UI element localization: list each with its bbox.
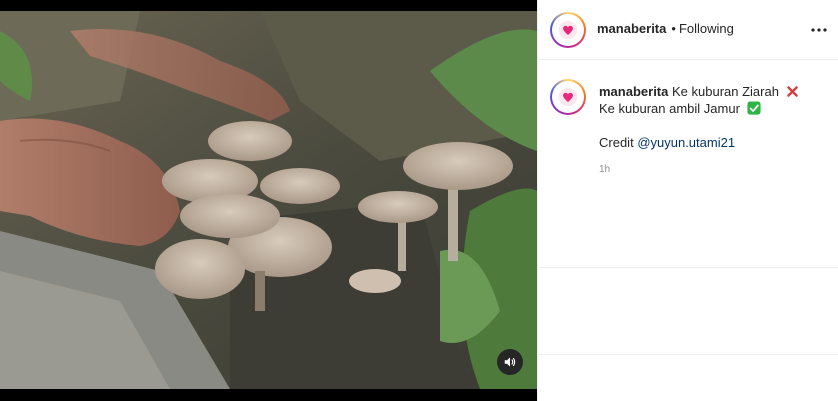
section-divider-bottom (538, 354, 838, 355)
caption-line-1-text: Ke kuburan Ziarah (672, 84, 779, 99)
post-header: manaberita • Following (538, 0, 838, 60)
post-details-panel: manaberita • Following manaberita Ke kubur… (537, 0, 838, 401)
post-caption: manaberita Ke kuburan Ziarah Ke kuburan … (538, 61, 838, 271)
mushroom-video-still (0, 11, 537, 389)
following-button[interactable]: Following (679, 21, 734, 36)
mute-toggle-button[interactable] (497, 349, 523, 375)
video-letterbox-top (0, 0, 537, 11)
caption-line-2-text: Ke kuburan ambil Jamur (599, 101, 740, 116)
cross-mark-icon (786, 86, 798, 97)
avatar[interactable] (550, 12, 586, 48)
check-mark-button-icon (746, 101, 761, 115)
more-options-button[interactable] (810, 22, 828, 38)
avatar-inner (552, 14, 584, 46)
speaker-icon (504, 357, 516, 367)
credit-prefix: Credit (599, 135, 634, 150)
caption-text: manaberita Ke kuburan Ziarah Ke kuburan … (599, 83, 824, 178)
post-timestamp[interactable]: 1h (599, 161, 824, 178)
post-video[interactable] (0, 0, 537, 401)
brand-logo-icon (558, 20, 578, 40)
username-link[interactable]: manaberita (597, 21, 666, 36)
credit-mention-link[interactable]: @yuyun.utami21 (637, 135, 735, 150)
section-divider (538, 267, 838, 268)
more-horizontal-icon (811, 28, 827, 32)
brand-logo-icon (558, 87, 578, 107)
caption-credit-line: Credit @yuyun.utami21 (599, 134, 824, 151)
caption-avatar[interactable] (550, 79, 586, 115)
video-frame[interactable] (0, 11, 537, 389)
header-account-line: manaberita • Following (597, 21, 734, 37)
video-letterbox-bottom (0, 389, 537, 401)
caption-line-1: manaberita Ke kuburan Ziarah (599, 83, 824, 100)
caption-line-2: Ke kuburan ambil Jamur (599, 100, 824, 117)
caption-avatar-inner (552, 81, 584, 113)
caption-username-link[interactable]: manaberita (599, 84, 668, 99)
separator-dot: • (671, 21, 676, 36)
